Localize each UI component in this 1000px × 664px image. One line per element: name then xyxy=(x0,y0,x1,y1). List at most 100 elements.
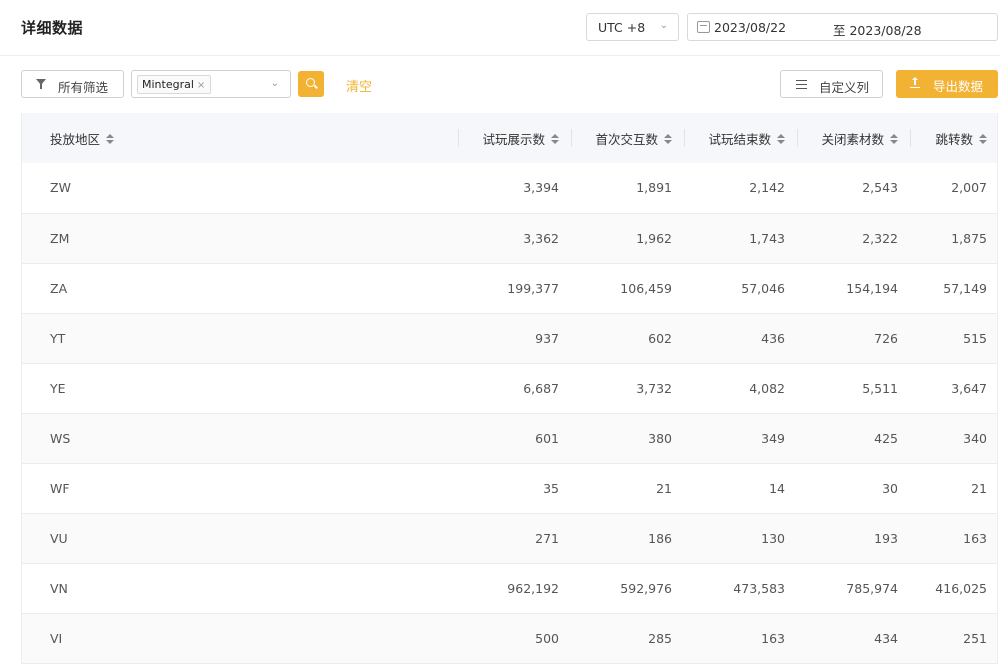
column-header-label: 试玩结束数 xyxy=(708,131,771,147)
metric-cell: 473,583 xyxy=(733,580,785,596)
sort-icon[interactable] xyxy=(551,133,559,145)
metric-cell: 193 xyxy=(874,530,898,546)
data-table: 投放地区 试玩展示数 首次交互数 试玩结束数 关闭素材数 跳转数 ZW 3,394… xyxy=(21,113,998,664)
metric-cell: 3,647 xyxy=(951,380,987,396)
metric-cell: 5,511 xyxy=(862,380,898,396)
metric-cell: 21 xyxy=(656,480,672,496)
custom-columns-button[interactable]: 自定义列 xyxy=(780,70,883,98)
column-header-label: 关闭素材数 xyxy=(821,131,884,147)
sort-icon[interactable] xyxy=(664,133,672,145)
channel-select[interactable]: Mintegral × ⌄ xyxy=(131,70,291,98)
metric-cell: 2,007 xyxy=(951,180,987,196)
table-row: YE 6,687 3,732 4,082 5,511 3,647 xyxy=(22,363,997,413)
search-button[interactable] xyxy=(298,71,324,97)
chevron-down-icon: ⌄ xyxy=(659,20,668,31)
column-header-clickthroughs[interactable]: 跳转数 xyxy=(910,113,997,163)
all-filters-button[interactable]: 所有筛选 xyxy=(21,70,124,98)
date-range-picker[interactable]: 2023/08/22 至 2023/08/28 xyxy=(687,13,998,41)
column-header-label: 跳转数 xyxy=(935,131,973,147)
export-data-label: 导出数据 xyxy=(933,79,984,94)
metric-cell: 186 xyxy=(648,530,672,546)
metric-cell: 2,322 xyxy=(862,230,898,246)
column-header-label: 首次交互数 xyxy=(595,131,658,147)
list-icon xyxy=(796,80,807,89)
metric-cell: 271 xyxy=(535,530,559,546)
metric-cell: 163 xyxy=(761,630,785,646)
date-start[interactable]: 2023/08/22 xyxy=(714,20,786,35)
region-cell: ZA xyxy=(50,280,68,296)
column-header-first-interactions[interactable]: 首次交互数 xyxy=(571,113,684,163)
filter-icon xyxy=(36,79,46,89)
metric-cell: 14 xyxy=(769,480,785,496)
metric-cell: 3,394 xyxy=(523,180,559,196)
table-row: VU 271 186 130 193 163 xyxy=(22,513,997,563)
region-cell: VU xyxy=(50,530,68,546)
column-divider xyxy=(910,129,911,147)
region-cell: WF xyxy=(50,480,70,496)
table-body: ZW 3,394 1,891 2,142 2,543 2,007 ZM 3,362 1,962 1… xyxy=(22,163,997,663)
tag-label: Mintegral xyxy=(142,78,194,91)
table-row: VN 962,192 592,976 473,583 785,974 416,025 xyxy=(22,563,997,613)
metric-cell: 340 xyxy=(963,430,987,446)
metric-cell: 602 xyxy=(648,330,672,346)
filter-toolbar: 所有筛选 Mintegral × ⌄ 清空 自定义列 导出数据 xyxy=(0,70,1000,100)
column-divider xyxy=(458,129,459,147)
metric-cell: 2,142 xyxy=(749,180,785,196)
column-divider xyxy=(684,129,685,147)
metric-cell: 3,362 xyxy=(523,230,559,246)
page-header: 详细数据 UTC +8 ⌄ 2023/08/22 至 2023/08/28 xyxy=(0,0,1000,56)
metric-cell: 35 xyxy=(543,480,559,496)
timezone-select[interactable]: UTC +8 ⌄ xyxy=(586,13,679,41)
all-filters-label: 所有筛选 xyxy=(58,80,109,95)
selected-tag: Mintegral × xyxy=(137,75,212,94)
column-header-playable-completions[interactable]: 试玩结束数 xyxy=(684,113,797,163)
region-cell: VI xyxy=(50,630,63,646)
table-row: WF 35 21 14 30 21 xyxy=(22,463,997,513)
table-row: ZM 3,362 1,962 1,743 2,322 1,875 xyxy=(22,213,997,263)
region-cell: VN xyxy=(50,580,68,596)
table-row: ZA 199,377 106,459 57,046 154,194 57,149 xyxy=(22,263,997,313)
metric-cell: 251 xyxy=(963,630,987,646)
tag-close-icon[interactable]: × xyxy=(197,80,205,91)
region-cell: ZM xyxy=(50,230,70,246)
column-header-closes[interactable]: 关闭素材数 xyxy=(797,113,910,163)
metric-cell: 2,543 xyxy=(862,180,898,196)
metric-cell: 416,025 xyxy=(935,580,987,596)
sort-icon[interactable] xyxy=(890,133,898,145)
metric-cell: 30 xyxy=(882,480,898,496)
timezone-value: UTC +8 xyxy=(598,20,646,35)
metric-cell: 3,732 xyxy=(636,380,672,396)
column-header-playable-impressions[interactable]: 试玩展示数 xyxy=(458,113,571,163)
metric-cell: 1,891 xyxy=(636,180,672,196)
search-icon xyxy=(306,78,315,87)
table-header-row: 投放地区 试玩展示数 首次交互数 试玩结束数 关闭素材数 跳转数 xyxy=(22,113,997,163)
sort-icon[interactable] xyxy=(777,133,785,145)
calendar-icon xyxy=(697,21,710,33)
metric-cell: 4,082 xyxy=(749,380,785,396)
table-row: YT 937 602 436 726 515 xyxy=(22,313,997,363)
table-row: VI 500 285 163 434 251 xyxy=(22,613,997,663)
metric-cell: 592,976 xyxy=(620,580,672,596)
metric-cell: 726 xyxy=(874,330,898,346)
upload-icon xyxy=(910,77,920,88)
region-cell: WS xyxy=(50,430,71,446)
metric-cell: 1,962 xyxy=(636,230,672,246)
metric-cell: 199,377 xyxy=(507,280,559,296)
metric-cell: 436 xyxy=(761,330,785,346)
sort-icon[interactable] xyxy=(106,133,115,145)
metric-cell: 163 xyxy=(963,530,987,546)
metric-cell: 285 xyxy=(648,630,672,646)
metric-cell: 937 xyxy=(535,330,559,346)
metric-cell: 57,046 xyxy=(741,280,785,296)
column-header-region[interactable]: 投放地区 xyxy=(22,113,458,163)
clear-filters-link[interactable]: 清空 xyxy=(346,76,372,95)
date-end[interactable]: 至 2023/08/28 xyxy=(833,20,922,39)
column-divider xyxy=(571,129,572,147)
metric-cell: 21 xyxy=(971,480,987,496)
metric-cell: 601 xyxy=(535,430,559,446)
sort-icon[interactable] xyxy=(979,133,987,145)
metric-cell: 349 xyxy=(761,430,785,446)
export-data-button[interactable]: 导出数据 xyxy=(896,70,998,98)
region-cell: YT xyxy=(50,330,66,346)
metric-cell: 130 xyxy=(761,530,785,546)
